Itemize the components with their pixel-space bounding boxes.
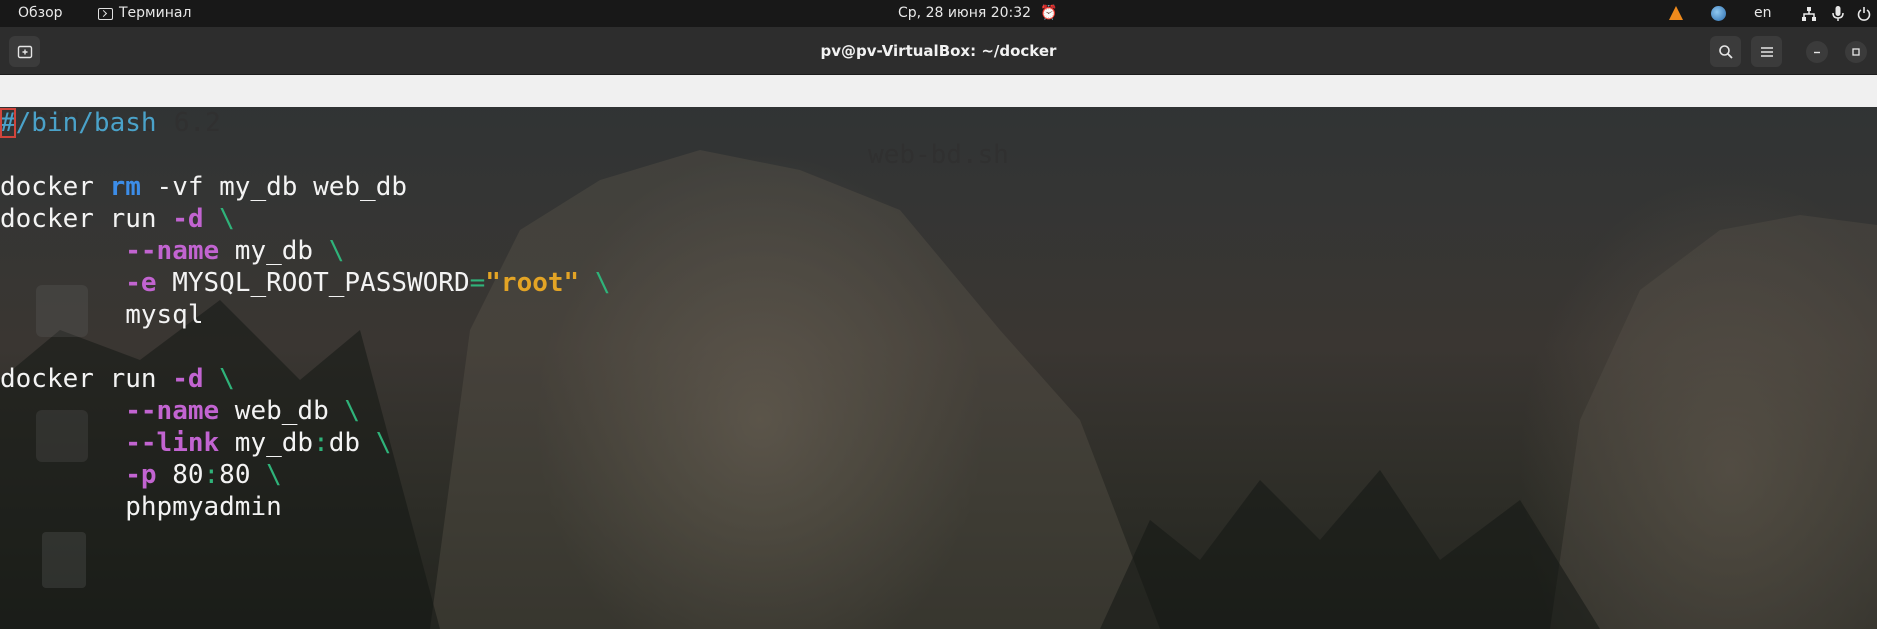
hamburger-menu-icon <box>1760 46 1773 57</box>
code-token: web_db <box>219 396 345 426</box>
editor-line: --name web_db \ <box>0 395 1877 427</box>
maximize-button[interactable] <box>1845 41 1867 63</box>
search-button[interactable] <box>1710 36 1741 67</box>
code-token: my_db <box>219 428 314 458</box>
editor-line: --name my_db \ <box>0 235 1877 267</box>
code-token: docker run <box>0 364 173 394</box>
code-token: rm <box>109 172 141 202</box>
code-token: -d <box>172 364 204 394</box>
microphone-icon[interactable] <box>1832 0 1844 27</box>
keyboard-layout-indicator[interactable]: en <box>1754 0 1772 27</box>
activities-button[interactable]: Обзор <box>18 0 63 27</box>
editor-line: --link my_db:db \ <box>0 427 1877 459</box>
editor-line: phpmyadmin <box>0 491 1877 523</box>
clock[interactable]: Ср, 28 июня 20:32 <box>898 0 1031 27</box>
code-token: "root" <box>485 268 580 298</box>
editor-text-area[interactable]: #/bin/bash docker rm -vf my_db web_db dock… <box>0 107 1877 523</box>
new-tab-icon <box>17 45 32 58</box>
editor-line: docker rm -vf my_db web_db <box>0 171 1877 203</box>
system-top-bar: Обзор Терминал Ср, 28 июня 20:32 ⏰ en <box>0 0 1877 27</box>
nano-title-bar: GNU nano 6.2 web-bd.sh <box>0 75 1877 170</box>
code-token: = <box>469 268 486 298</box>
power-icon[interactable] <box>1857 0 1871 27</box>
code-token: --name <box>125 396 220 426</box>
alarm-icon[interactable]: ⏰ <box>1040 0 1057 27</box>
code-token: phpmyadmin <box>0 492 282 522</box>
minimize-button[interactable] <box>1806 41 1828 63</box>
editor-line: -e MYSQL_ROOT_PASSWORD="root" \ <box>0 267 1877 299</box>
globe-icon[interactable] <box>1711 0 1726 27</box>
terminal-header-bar: pv@pv-VirtualBox: ~/docker <box>0 27 1877 75</box>
code-token: /bin/bash <box>15 108 157 138</box>
code-token: \ <box>375 428 392 458</box>
minimize-icon <box>1814 51 1820 54</box>
code-token: -e <box>125 268 157 298</box>
editor-line: docker run -d \ <box>0 363 1877 395</box>
code-token: MYSQL_ROOT_PASSWORD <box>156 268 470 298</box>
text-cursor: # <box>0 108 16 138</box>
code-token: -d <box>172 204 204 234</box>
code-token: --name <box>125 236 220 266</box>
network-icon[interactable] <box>1801 0 1817 27</box>
code-token: -p <box>125 460 157 490</box>
code-token: -vf my_db web_db <box>140 172 407 202</box>
search-icon <box>1718 44 1733 59</box>
editor-line: docker run -d \ <box>0 203 1877 235</box>
code-token: \ <box>219 364 235 394</box>
editor-line: -p 80:80 \ <box>0 459 1877 491</box>
code-token: 80 <box>219 460 267 490</box>
code-token: docker run <box>0 204 173 234</box>
code-token: \ <box>328 236 345 266</box>
code-token: : <box>203 460 220 490</box>
app-menu-button[interactable]: Терминал <box>98 0 191 27</box>
code-token: my_db <box>219 236 329 266</box>
window-title: pv@pv-VirtualBox: ~/docker <box>820 42 1057 60</box>
code-token: \ <box>219 204 235 234</box>
editor-line: #/bin/bash <box>0 107 1877 139</box>
vlc-icon[interactable] <box>1669 0 1683 27</box>
code-token: docker <box>0 172 110 202</box>
editor-line: mysql <box>0 299 1877 331</box>
code-token: \ <box>266 460 282 490</box>
terminal-icon <box>98 7 113 20</box>
app-menu-label: Терминал <box>119 5 192 21</box>
main-menu-button[interactable] <box>1751 36 1782 67</box>
code-token: db <box>328 428 376 458</box>
code-token: --link <box>125 428 220 458</box>
code-token: \ <box>344 396 361 426</box>
new-tab-button[interactable] <box>9 36 40 67</box>
code-token: : <box>313 428 329 458</box>
code-token: \ <box>594 268 611 298</box>
code-token: mysql <box>0 300 204 330</box>
maximize-icon <box>1852 48 1860 56</box>
code-token: 80 <box>156 460 204 490</box>
